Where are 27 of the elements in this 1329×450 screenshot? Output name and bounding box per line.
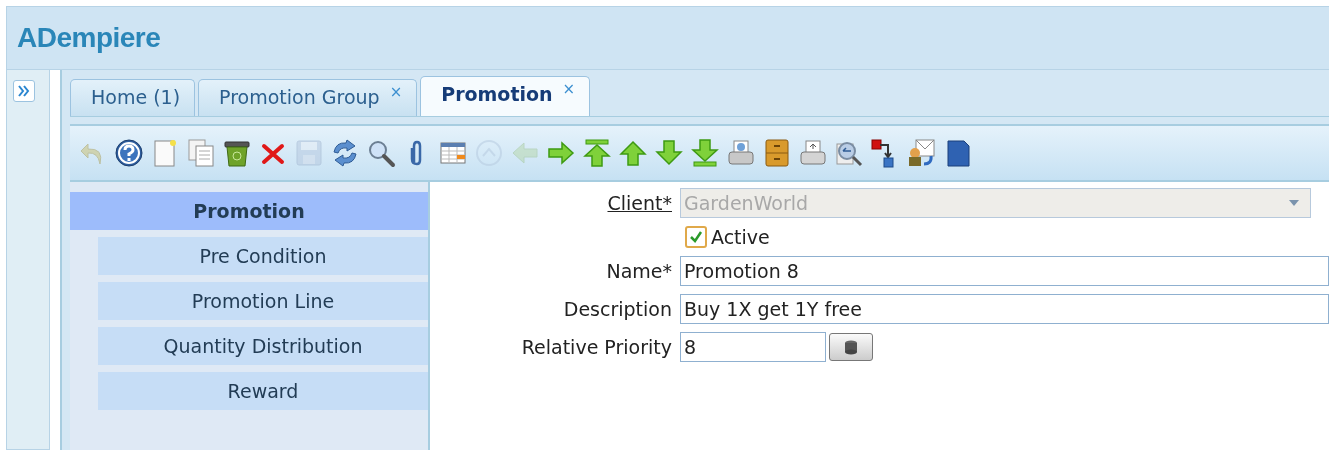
database-icon (843, 339, 859, 355)
calculator-button[interactable] (829, 333, 873, 361)
double-chevron-icon (17, 84, 31, 98)
text-field[interactable]: Buy 1X get 1Y free (680, 294, 1329, 324)
text-field[interactable]: Promotion 8 (680, 256, 1329, 286)
bottom-arrow-icon[interactable] (688, 136, 722, 170)
field-label: Client* (606, 192, 673, 214)
app-logo: ADempiere (17, 22, 161, 54)
number-field[interactable]: 8 (680, 332, 826, 362)
window-tab[interactable]: Promotion Group × (198, 79, 418, 116)
checkbox-label: Active (711, 226, 770, 248)
window-tab[interactable]: Home (1) (70, 79, 196, 116)
checkbox[interactable] (685, 226, 707, 248)
detail-tab[interactable]: Promotion Line (98, 282, 428, 320)
dropdown-caret-icon (1288, 199, 1300, 207)
detail-tab[interactable]: Promotion (70, 192, 428, 230)
top-arrow-icon[interactable] (580, 136, 614, 170)
window-tab[interactable]: Promotion × (420, 76, 591, 116)
expand-button[interactable] (13, 80, 35, 102)
detail-tab[interactable]: Reward (98, 372, 428, 410)
field-label: Description (562, 298, 673, 320)
check-icon (689, 230, 703, 244)
detail-tab[interactable]: Quantity Distribution (98, 327, 428, 365)
detail-tab[interactable]: Pre Condition (98, 237, 428, 275)
field-label: Name* (605, 260, 673, 282)
help-icon[interactable] (112, 136, 146, 170)
field-label: Relative Priority (520, 336, 673, 358)
